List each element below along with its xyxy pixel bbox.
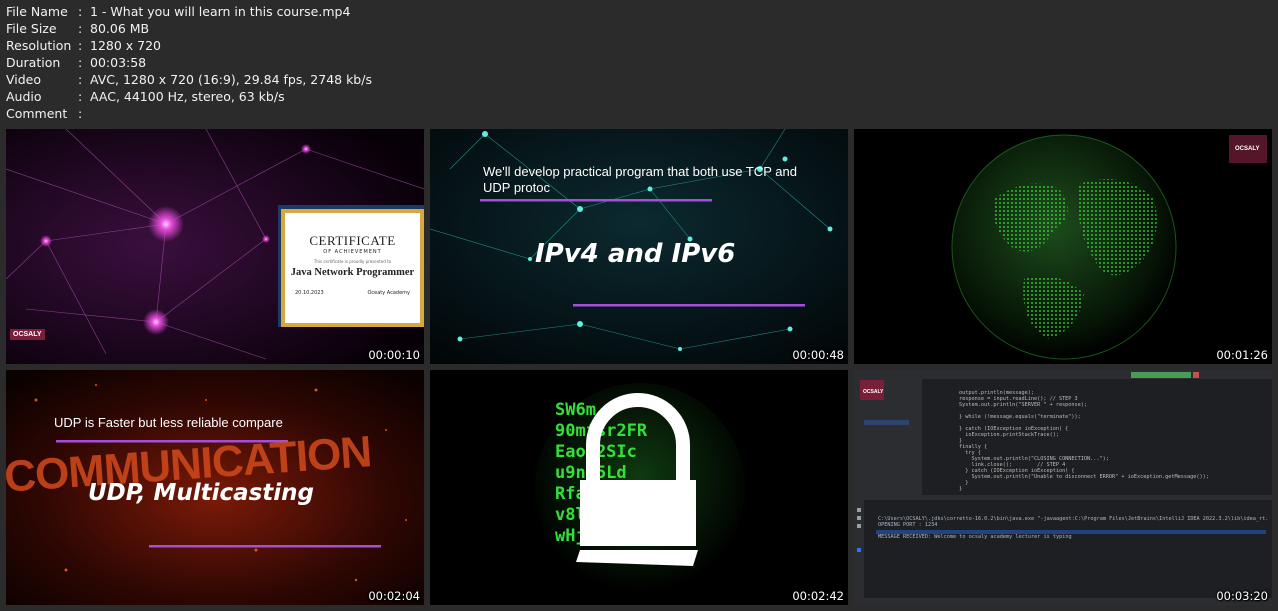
metadata-separator: : bbox=[78, 4, 83, 19]
metadata-value: AVC, 1280 x 720 (16:9), 29.84 fps, 2748 … bbox=[90, 72, 372, 87]
metadata-separator: : bbox=[78, 72, 83, 87]
certificate-org: Oceaty Academy bbox=[367, 290, 410, 296]
certificate-date: 20.10.2023 bbox=[295, 290, 324, 296]
watermark-logo: OCSALY bbox=[10, 329, 45, 340]
green-globe-image bbox=[854, 129, 1272, 364]
metadata-separator: : bbox=[78, 55, 83, 70]
metadata-key: Audio bbox=[6, 89, 42, 104]
thumbnail-2[interactable]: We'll develop practical program that bot… bbox=[430, 129, 848, 364]
certificate-subtitle: OF ACHIEVEMENT bbox=[323, 249, 382, 255]
code-editor-text: output.println(message); response = inpu… bbox=[959, 390, 1209, 492]
metadata-key: Comment bbox=[6, 106, 68, 121]
thumbnail-1[interactable]: CERTIFICATE OF ACHIEVEMENT This certific… bbox=[6, 129, 424, 364]
watermark-logo: OCSALY bbox=[1235, 146, 1260, 152]
metadata-key: File Size bbox=[6, 21, 57, 36]
certificate-image: CERTIFICATE OF ACHIEVEMENT This certific… bbox=[281, 209, 424, 327]
slide-headline: IPv4 and IPv6 bbox=[535, 239, 736, 269]
timestamp-label: 00:02:42 bbox=[792, 589, 844, 603]
metadata-value: 00:03:58 bbox=[90, 55, 147, 70]
timestamp-label: 00:03:20 bbox=[1216, 589, 1268, 603]
console-output-text: C:\Users\OCSALY\.jdks\corretto-16.0.2\bi… bbox=[878, 516, 1268, 540]
watermark-logo: OCSALY bbox=[863, 389, 884, 395]
metadata-key: Duration bbox=[6, 55, 61, 70]
slide-caption: We'll develop practical program that bot… bbox=[483, 164, 797, 195]
metadata-separator: : bbox=[78, 106, 83, 121]
metadata-value: 1 - What you will learn in this course.m… bbox=[90, 4, 351, 19]
thumbnail-4[interactable]: COMMUNICATION UDP is Faster but less rel… bbox=[6, 370, 424, 605]
metadata-value: 80.06 MB bbox=[90, 21, 150, 36]
metadata-row: Resolution:1280 x 720 bbox=[6, 37, 372, 54]
metadata-row: File Size:80.06 MB bbox=[6, 20, 372, 37]
padlock-icon bbox=[576, 393, 698, 566]
metadata-key: File Name bbox=[6, 4, 68, 19]
timestamp-label: 00:00:48 bbox=[792, 348, 844, 362]
thumbnail-6[interactable]: OCSALY output.println(message); response… bbox=[854, 370, 1272, 605]
timestamp-label: 00:02:04 bbox=[368, 589, 420, 603]
slide-headline: UDP, Multicasting bbox=[88, 480, 315, 506]
certificate-presented-line: This certificate is proudly presented to bbox=[313, 259, 392, 264]
thumbnail-3[interactable]: OCSALY 00:01:26 bbox=[854, 129, 1272, 364]
metadata-separator: : bbox=[78, 89, 83, 104]
certificate-recipient: Java Network Programmer bbox=[290, 267, 415, 278]
slide-caption: UDP is Faster but less reliable compare bbox=[54, 415, 283, 430]
timestamp-label: 00:00:10 bbox=[368, 348, 420, 362]
metadata-value: AAC, 44100 Hz, stereo, 63 kb/s bbox=[90, 89, 285, 104]
metadata-row: Audio: AAC, 44100 Hz, stereo, 63 kb/s bbox=[6, 88, 372, 105]
metadata-separator: : bbox=[78, 21, 83, 36]
metadata-row: Duration:00:03:58 bbox=[6, 54, 372, 71]
certificate-title: CERTIFICATE bbox=[309, 233, 396, 248]
metadata-separator: : bbox=[78, 38, 83, 53]
metadata-row: Video: AVC, 1280 x 720 (16:9), 29.84 fps,… bbox=[6, 71, 372, 88]
file-metadata-panel: File Name:1 - What you will learn in thi… bbox=[6, 3, 372, 122]
metadata-value: 1280 x 720 bbox=[90, 38, 162, 53]
metadata-key: Resolution bbox=[6, 38, 72, 53]
metadata-row: File Name:1 - What you will learn in thi… bbox=[6, 3, 372, 20]
timestamp-label: 00:01:26 bbox=[1216, 348, 1268, 362]
metadata-row: Comment: bbox=[6, 105, 372, 122]
metadata-key: Video bbox=[6, 72, 42, 87]
thumbnail-5[interactable]: SW6m 90mfsr2FR EaoA2SIc u9nt5Ld Rfa9lck … bbox=[430, 370, 848, 605]
